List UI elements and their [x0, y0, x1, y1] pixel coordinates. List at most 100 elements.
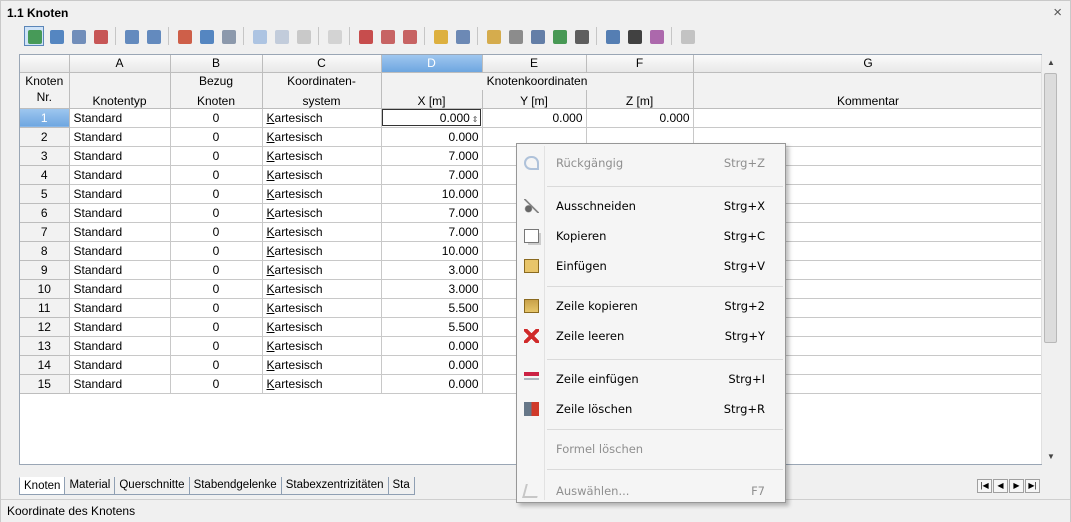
cell-x[interactable]: 7.000	[381, 146, 483, 166]
cell-knotentyp[interactable]: Standard	[69, 146, 171, 166]
menu-item-formel-löschen[interactable]: Formel löschen	[519, 436, 783, 462]
cell-knotentyp[interactable]: Standard	[69, 222, 171, 242]
cell-x[interactable]: 7.000	[381, 222, 483, 242]
column-letter-f[interactable]: F	[586, 55, 694, 73]
row-number[interactable]: 10	[20, 279, 70, 299]
text-formula-icon[interactable]	[602, 26, 622, 46]
menu-item-auswählen[interactable]: Auswählen... F7	[519, 478, 783, 504]
cell-system[interactable]: Kartesisch	[262, 336, 382, 356]
menu-item-zeile-löschen[interactable]: Zeile löschen Strg+R	[519, 396, 783, 422]
tab-querschnitte[interactable]: Querschnitte	[114, 477, 190, 495]
cell-system[interactable]: Kartesisch	[262, 127, 382, 147]
row-number[interactable]: 4	[20, 165, 70, 185]
info-icon[interactable]	[293, 26, 313, 46]
row-number[interactable]: 3	[20, 146, 70, 166]
row-number[interactable]: 2	[20, 127, 70, 147]
first-tab-icon[interactable]: |◀	[977, 479, 992, 493]
cell-z[interactable]: 0.000	[586, 108, 694, 128]
cell-bezug[interactable]: 0	[170, 146, 263, 166]
cell-system[interactable]: Kartesisch	[262, 165, 382, 185]
menu-item-zeile-kopieren[interactable]: Zeile kopieren Strg+2	[519, 293, 783, 319]
redo-arrow-icon[interactable]	[196, 26, 216, 46]
filter-left-icon[interactable]	[121, 26, 141, 46]
cell-bezug[interactable]: 0	[170, 222, 263, 242]
cell-knotentyp[interactable]: Standard	[69, 260, 171, 280]
cell-x[interactable]: 7.000	[381, 165, 483, 185]
column-letter-a[interactable]: A	[69, 55, 171, 73]
row-number[interactable]: 15	[20, 374, 70, 394]
cell-bezug[interactable]: 0	[170, 355, 263, 375]
prev-tab-icon[interactable]: ◀	[993, 479, 1008, 493]
cell-x[interactable]: 0.000 ⇕	[381, 108, 483, 128]
scroll-thumb[interactable]	[1044, 73, 1057, 343]
insert-row-icon[interactable]	[377, 26, 397, 46]
link-icon[interactable]	[527, 26, 547, 46]
cell-system[interactable]: Kartesisch	[262, 203, 382, 223]
cell-x[interactable]: 5.500	[381, 298, 483, 318]
clear-formula-icon[interactable]	[646, 26, 666, 46]
table-row[interactable]: 1 Standard 0 Kartesisch 0.000 ⇕ 0.000 0.000	[20, 108, 1041, 128]
cell-system[interactable]: Kartesisch	[262, 355, 382, 375]
settings-icon[interactable]	[271, 26, 291, 46]
cell-x[interactable]: 10.000	[381, 241, 483, 261]
cell-x[interactable]: 10.000	[381, 184, 483, 204]
cell-knotentyp[interactable]: Standard	[69, 241, 171, 261]
menu-item-zeile-leeren[interactable]: Zeile leeren Strg+Y	[519, 323, 783, 349]
cell-kommentar[interactable]	[693, 108, 1041, 128]
delete-row-icon[interactable]	[355, 26, 375, 46]
spinner-icon[interactable]: ⇕	[472, 115, 479, 124]
cell-knotentyp[interactable]: Standard	[69, 336, 171, 356]
cell-bezug[interactable]: 0	[170, 374, 263, 394]
cell-bezug[interactable]: 0	[170, 165, 263, 185]
row-number[interactable]: 11	[20, 298, 70, 318]
cell-bezug[interactable]: 0	[170, 241, 263, 261]
insert-column-icon[interactable]	[46, 26, 66, 46]
import-icon[interactable]	[68, 26, 88, 46]
column-letter-e[interactable]: E	[482, 55, 587, 73]
row-number[interactable]: 7	[20, 222, 70, 242]
row-number[interactable]: 8	[20, 241, 70, 261]
cell-system[interactable]: Kartesisch	[262, 260, 382, 280]
cell-bezug[interactable]: 0	[170, 336, 263, 356]
cell-knotentyp[interactable]: Standard	[69, 355, 171, 375]
tab-sta[interactable]: Sta	[387, 477, 415, 495]
export-icon[interactable]	[90, 26, 110, 46]
cell-bezug[interactable]: 0	[170, 184, 263, 204]
cell-x[interactable]: 5.500	[381, 317, 483, 337]
tab-material[interactable]: Material	[64, 477, 116, 495]
cell-knotentyp[interactable]: Standard	[69, 108, 171, 128]
scroll-down-icon[interactable]: ▼	[1047, 452, 1055, 461]
cell-knotentyp[interactable]: Standard	[69, 127, 171, 147]
cell-bezug[interactable]: 0	[170, 108, 263, 128]
cell-x[interactable]: 3.000	[381, 260, 483, 280]
cell-system[interactable]: Kartesisch	[262, 279, 382, 299]
menu-item-ausschneiden[interactable]: Ausschneiden Strg+X	[519, 193, 783, 219]
filter-right-icon[interactable]	[143, 26, 163, 46]
table-alt-icon[interactable]	[452, 26, 472, 46]
cell-x[interactable]: 0.000	[381, 374, 483, 394]
row-number[interactable]: 12	[20, 317, 70, 337]
column-letter-c[interactable]: C	[262, 55, 382, 73]
column-letter-b[interactable]: B	[170, 55, 263, 73]
cell-y[interactable]: 0.000	[482, 108, 587, 128]
cell-knotentyp[interactable]: Standard	[69, 184, 171, 204]
row-number[interactable]: 1	[20, 108, 70, 128]
chart-icon[interactable]	[483, 26, 503, 46]
cell-system[interactable]: Kartesisch	[262, 222, 382, 242]
cell-knotentyp[interactable]: Standard	[69, 203, 171, 223]
cell-system[interactable]: Kartesisch	[262, 317, 382, 337]
column-letter-d[interactable]: D	[381, 55, 483, 73]
row-number[interactable]: 6	[20, 203, 70, 223]
zoom-in-icon[interactable]	[249, 26, 269, 46]
cell-bezug[interactable]: 0	[170, 279, 263, 299]
row-number[interactable]: 5	[20, 184, 70, 204]
next-tab-icon[interactable]: ▶	[1009, 479, 1024, 493]
vertical-scrollbar[interactable]: ▲ ▼	[1041, 55, 1058, 464]
column-letter-g[interactable]: G	[693, 55, 1041, 73]
cell-knotentyp[interactable]: Standard	[69, 317, 171, 337]
last-tab-icon[interactable]: ▶|	[1025, 479, 1040, 493]
cell-knotentyp[interactable]: Standard	[69, 279, 171, 299]
menu-item-kopieren[interactable]: Kopieren Strg+C	[519, 223, 783, 249]
row-number[interactable]: 9	[20, 260, 70, 280]
close-icon[interactable]: ×	[1053, 4, 1062, 21]
